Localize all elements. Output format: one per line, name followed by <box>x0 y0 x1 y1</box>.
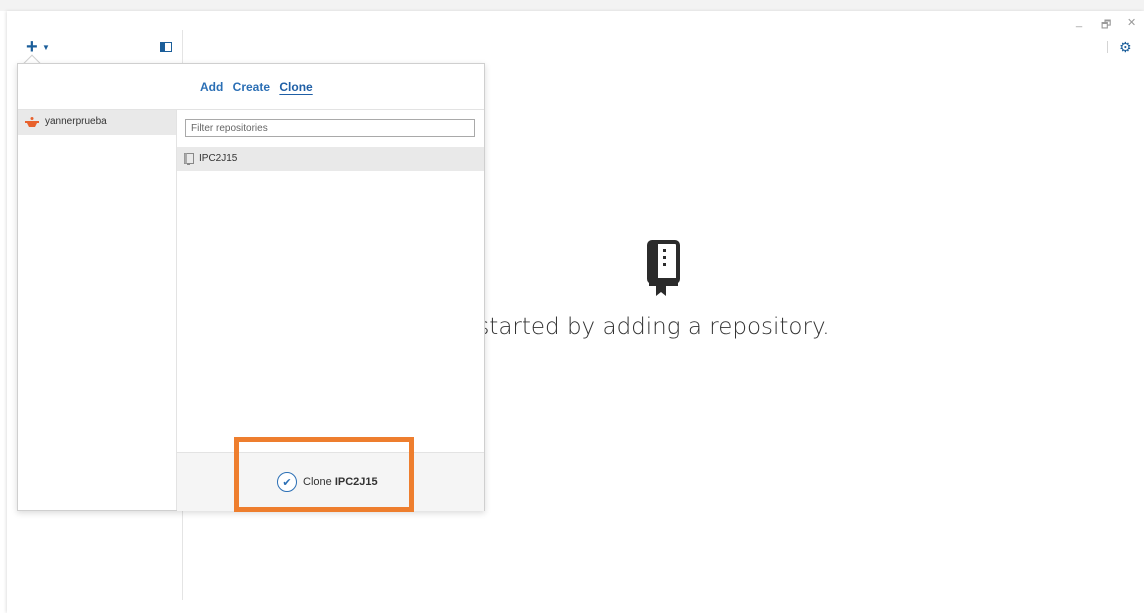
minimize-button[interactable]: _ <box>1076 16 1082 28</box>
popover-tabs: Add Create Clone <box>200 80 319 94</box>
repositories-panel: IPC2J15 <box>177 110 484 452</box>
repository-name: IPC2J15 <box>199 153 238 164</box>
annotation-highlight-box <box>234 437 414 512</box>
tab-add[interactable]: Add <box>200 80 223 94</box>
restore-button[interactable]: 🗗 <box>1101 16 1111 35</box>
book-icon <box>647 240 680 296</box>
repository-item-ipc2j15[interactable]: IPC2J15 <box>177 147 484 171</box>
repo-icon <box>184 153 194 165</box>
sidebar-toggle-icon[interactable] <box>160 42 172 52</box>
caret-down-icon[interactable]: ▼ <box>42 43 50 52</box>
tab-clone[interactable]: Clone <box>279 80 312 94</box>
gear-icon[interactable]: ⚙ <box>1119 39 1132 56</box>
empty-state-message: t started by adding a repository. <box>461 314 830 340</box>
close-button[interactable]: ✕ <box>1127 16 1136 29</box>
tab-create[interactable]: Create <box>233 80 270 94</box>
account-name: yannerprueba <box>45 116 107 127</box>
title-strip <box>0 0 1144 11</box>
account-item-yannerprueba[interactable]: yannerprueba <box>18 110 176 135</box>
popover-header: Add Create Clone <box>18 64 484 110</box>
plus-icon[interactable]: + <box>26 37 38 57</box>
github-avatar-icon <box>25 117 39 127</box>
toolbar-divider <box>1107 41 1108 53</box>
filter-repositories-input[interactable] <box>185 119 475 137</box>
accounts-list: yannerprueba <box>18 110 177 510</box>
